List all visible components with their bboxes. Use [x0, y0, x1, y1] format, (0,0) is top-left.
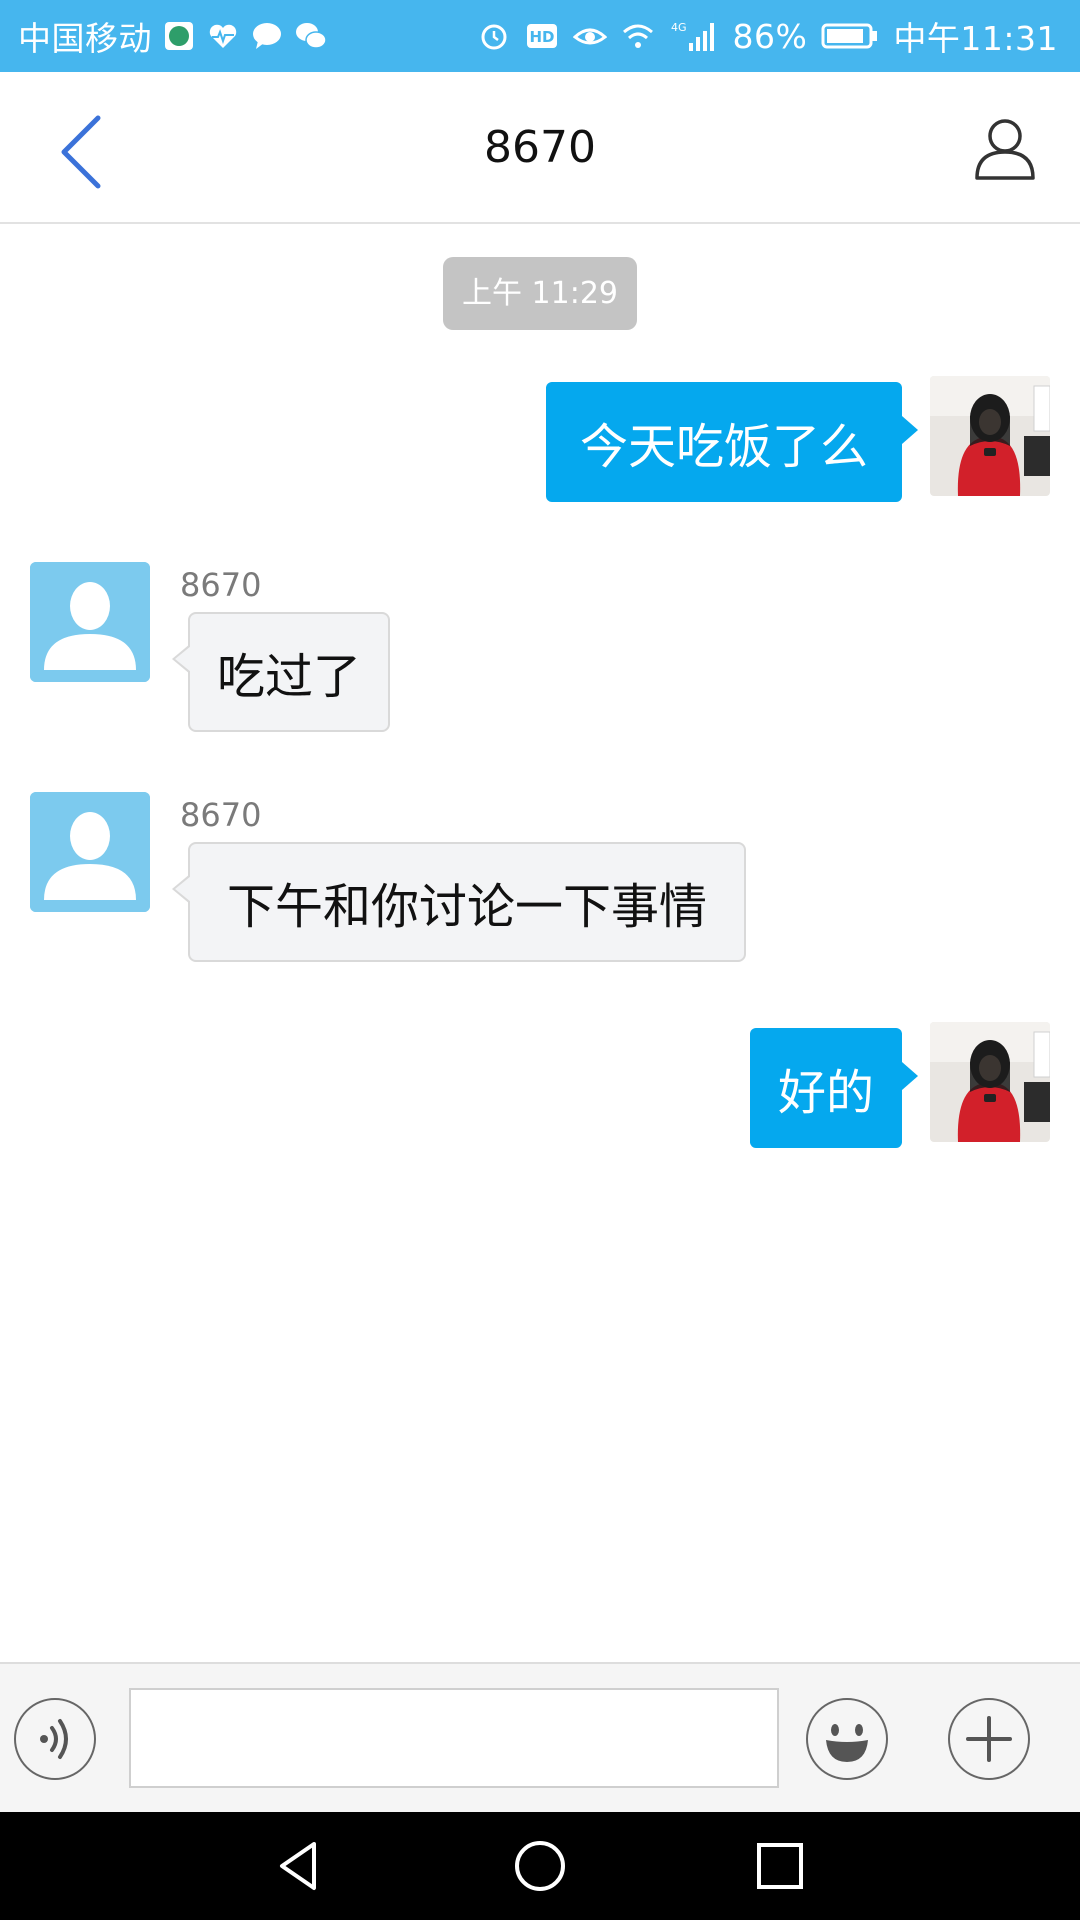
sender-name: 8670	[180, 566, 262, 604]
voice-icon	[40, 1719, 68, 1759]
back-triangle-icon	[280, 1842, 316, 1890]
page-title: 8670	[484, 122, 596, 173]
incoming-message-bubble[interactable]: 吃过了	[172, 612, 390, 732]
network-label: 4G	[671, 21, 687, 34]
message-input-bar	[0, 1662, 1080, 1814]
battery-icon	[821, 19, 879, 53]
system-nav-bar	[0, 1812, 1080, 1920]
contact-avatar[interactable]	[30, 562, 150, 682]
contact-info-button[interactable]	[970, 114, 1040, 184]
plus-icon	[966, 1716, 1012, 1762]
my-avatar[interactable]	[930, 1022, 1050, 1142]
outgoing-message-bubble[interactable]: 今天吃饭了么	[546, 382, 918, 502]
clock: 中午11:31	[893, 19, 1058, 58]
nav-back-button[interactable]	[270, 1836, 330, 1896]
timestamp-chip: 上午 11:29	[443, 257, 637, 330]
nav-home-button[interactable]	[510, 1836, 570, 1896]
hd-icon: HD	[525, 19, 559, 53]
signal-icon: 4G	[669, 19, 719, 53]
carrier-label: 中国移动	[18, 19, 152, 58]
default-person-icon	[30, 792, 150, 912]
user-photo-icon	[930, 1022, 1050, 1142]
my-avatar[interactable]	[930, 376, 1050, 496]
wifi-icon	[621, 19, 655, 53]
alarm-icon	[477, 19, 511, 53]
chat-header: 8670	[0, 72, 1080, 224]
status-right: HD 4G 86% 中午11:31	[477, 0, 1058, 72]
app-icon	[162, 19, 196, 53]
user-photo-icon	[930, 376, 1050, 496]
default-person-icon	[30, 562, 150, 682]
health-icon	[206, 19, 240, 53]
nav-recents-button[interactable]	[750, 1836, 810, 1896]
contact-avatar[interactable]	[30, 792, 150, 912]
outgoing-message-bubble[interactable]: 好的	[750, 1028, 918, 1148]
person-outline-icon	[975, 119, 1035, 180]
recents-square-icon	[757, 1843, 803, 1889]
eye-icon	[572, 19, 607, 53]
sender-name: 8670	[180, 796, 262, 834]
svg-text:HD: HD	[529, 28, 554, 46]
smiley-icon	[826, 1724, 868, 1762]
status-left: 中国移动	[18, 0, 328, 72]
battery-percent: 86%	[732, 16, 808, 56]
emoji-button[interactable]	[806, 1698, 888, 1780]
message-icon	[250, 19, 284, 53]
message-input[interactable]	[129, 1688, 779, 1788]
incoming-message-bubble[interactable]: 下午和你讨论一下事情	[172, 842, 746, 962]
voice-button[interactable]	[14, 1698, 96, 1780]
home-circle-icon	[515, 1841, 565, 1891]
status-bar: 中国移动 HD 4G 86% 中午11:31	[0, 0, 1080, 72]
more-options-button[interactable]	[948, 1698, 1030, 1780]
wechat-icon	[294, 19, 328, 53]
